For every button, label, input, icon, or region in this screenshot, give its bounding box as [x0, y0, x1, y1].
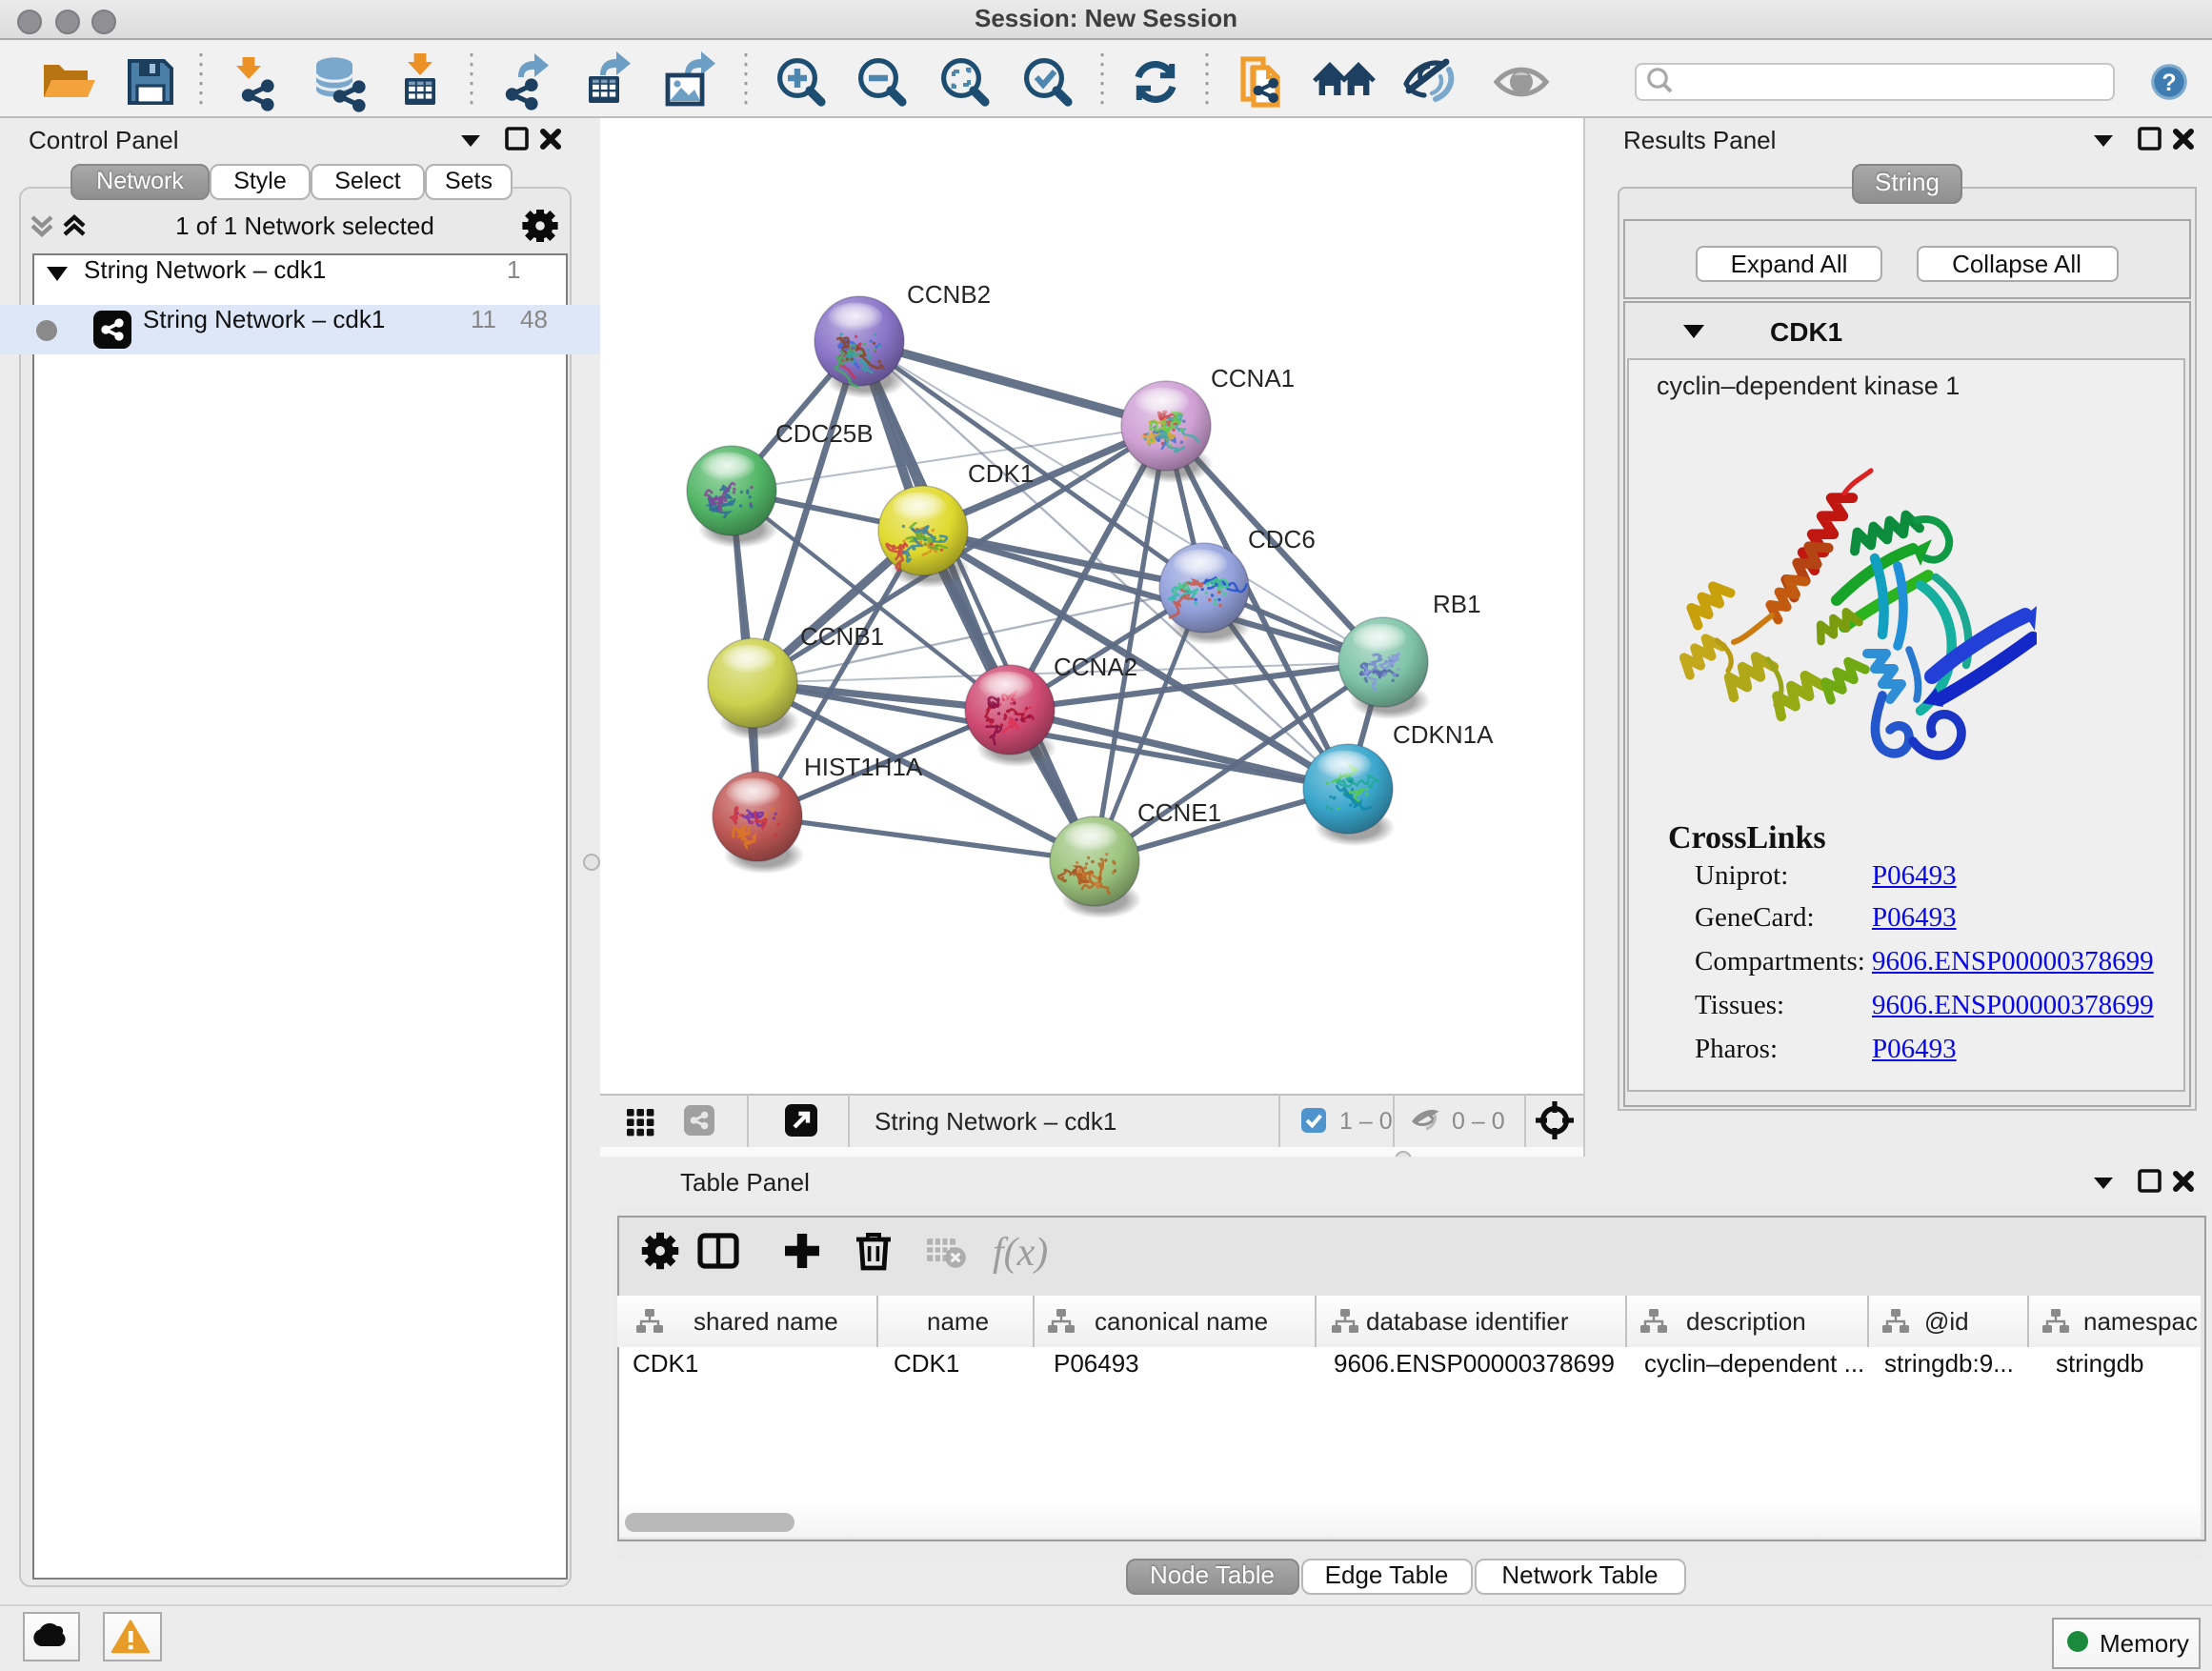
svg-text:CDC25B: CDC25B: [775, 418, 874, 447]
svg-text:CCNA2: CCNA2: [1054, 652, 1137, 680]
svg-text:HIST1H1A: HIST1H1A: [804, 752, 923, 780]
svg-text:CCNA1: CCNA1: [1211, 363, 1295, 392]
svg-text:CDKN1A: CDKN1A: [1393, 719, 1494, 748]
svg-text:RB1: RB1: [1433, 589, 1481, 617]
svg-text:CDK1: CDK1: [968, 458, 1034, 487]
svg-text:CDC6: CDC6: [1248, 524, 1316, 553]
svg-text:f(x): f(x): [992, 1231, 1047, 1275]
svg-text:CCNE1: CCNE1: [1137, 797, 1221, 826]
svg-text:1 – 0: 1 – 0: [1339, 1108, 1393, 1135]
svg-text:CCNB2: CCNB2: [907, 279, 991, 308]
svg-text:CCNB1: CCNB1: [800, 621, 884, 650]
svg-text:?: ?: [2162, 70, 2176, 96]
svg-text:0 – 0: 0 – 0: [1452, 1108, 1505, 1135]
